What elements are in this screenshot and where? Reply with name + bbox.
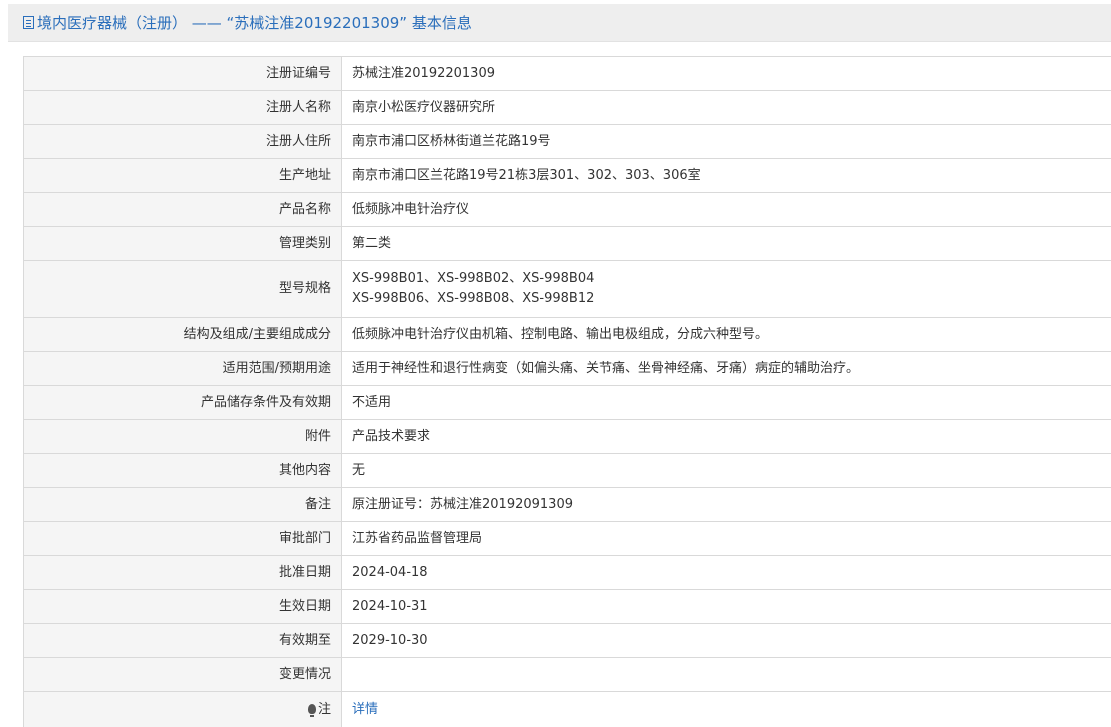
table-row: 批准日期 2024-04-18 — [23, 555, 1111, 590]
lightbulb-icon — [307, 703, 316, 717]
row-label-model-spec: 型号规格 — [23, 260, 342, 318]
row-label-attachment: 附件 — [23, 419, 342, 454]
row-label-note: 注 — [23, 691, 342, 727]
row-value-approval-department: 江苏省药品监督管理局 — [341, 521, 1111, 556]
row-label-management-category: 管理类别 — [23, 226, 342, 261]
table-row: 变更情况 — [23, 657, 1111, 692]
info-table: 注册证编号 苏械注准20192201309 注册人名称 南京小松医疗仪器研究所 … — [23, 56, 1111, 727]
table-row: 产品储存条件及有效期 不适用 — [23, 385, 1111, 420]
title-bar: 境内医疗器械（注册） —— “苏械注准20192201309” 基本信息 — [8, 4, 1111, 42]
row-value-note: 详情 — [341, 691, 1111, 727]
row-value-remarks: 原注册证号：苏械注准20192091309 — [341, 487, 1111, 522]
row-label-other: 其他内容 — [23, 453, 342, 488]
document-icon — [23, 16, 34, 29]
table-row: 管理类别 第二类 — [23, 226, 1111, 261]
details-link[interactable]: 详情 — [352, 702, 378, 717]
row-label-expiry-date: 有效期至 — [23, 623, 342, 658]
row-value-attachment: 产品技术要求 — [341, 419, 1111, 454]
table-row: 其他内容 无 — [23, 453, 1111, 488]
row-value-model-spec: XS-998B01、XS-998B02、XS-998B04 XS-998B06、… — [341, 260, 1111, 318]
table-row: 生效日期 2024-10-31 — [23, 589, 1111, 624]
row-value-approval-date: 2024-04-18 — [341, 555, 1111, 590]
row-value-product-name: 低频脉冲电针治疗仪 — [341, 192, 1111, 227]
page: 境内医疗器械（注册） —— “苏械注准20192201309” 基本信息 注册证… — [0, 0, 1111, 727]
table-row: 产品名称 低频脉冲电针治疗仪 — [23, 192, 1111, 227]
row-value-expiry-date: 2029-10-30 — [341, 623, 1111, 658]
row-label-intended-use: 适用范围/预期用途 — [23, 351, 342, 386]
row-label-registration-number: 注册证编号 — [23, 56, 342, 91]
model-spec-line-1: XS-998B01、XS-998B02、XS-998B04 — [352, 271, 595, 286]
row-value-registration-number: 苏械注准20192201309 — [341, 56, 1111, 91]
row-value-effective-date: 2024-10-31 — [341, 589, 1111, 624]
row-value-storage: 不适用 — [341, 385, 1111, 420]
row-label-changes: 变更情况 — [23, 657, 342, 692]
row-label-registrant-name: 注册人名称 — [23, 90, 342, 125]
row-value-changes — [341, 657, 1111, 692]
table-row: 有效期至 2029-10-30 — [23, 623, 1111, 658]
table-row: 适用范围/预期用途 适用于神经性和退行性病变（如偏头痛、关节痛、坐骨神经痛、牙痛… — [23, 351, 1111, 386]
row-label-effective-date: 生效日期 — [23, 589, 342, 624]
row-value-production-address: 南京市浦口区兰花路19号21栋3层301、302、303、306室 — [341, 158, 1111, 193]
table-row: 附件 产品技术要求 — [23, 419, 1111, 454]
table-row: 结构及组成/主要组成成分 低频脉冲电针治疗仪由机箱、控制电路、输出电极组成，分成… — [23, 317, 1111, 352]
table-row: 注册证编号 苏械注准20192201309 — [23, 56, 1111, 91]
row-value-management-category: 第二类 — [341, 226, 1111, 261]
row-label-approval-department: 审批部门 — [23, 521, 342, 556]
model-spec-line-2: XS-998B06、XS-998B08、XS-998B12 — [352, 291, 595, 306]
table-row: 注册人住所 南京市浦口区桥林街道兰花路19号 — [23, 124, 1111, 159]
row-label-product-name: 产品名称 — [23, 192, 342, 227]
row-label-production-address: 生产地址 — [23, 158, 342, 193]
table-row: 型号规格 XS-998B01、XS-998B02、XS-998B04 XS-99… — [23, 260, 1111, 318]
table-row: 审批部门 江苏省药品监督管理局 — [23, 521, 1111, 556]
row-value-other: 无 — [341, 453, 1111, 488]
table-row: 备注 原注册证号：苏械注准20192091309 — [23, 487, 1111, 522]
row-label-registrant-address: 注册人住所 — [23, 124, 342, 159]
row-label-structure: 结构及组成/主要组成成分 — [23, 317, 342, 352]
row-label-storage: 产品储存条件及有效期 — [23, 385, 342, 420]
table-row: 注 详情 — [23, 691, 1111, 727]
row-label-approval-date: 批准日期 — [23, 555, 342, 590]
table-row: 生产地址 南京市浦口区兰花路19号21栋3层301、302、303、306室 — [23, 158, 1111, 193]
row-value-structure: 低频脉冲电针治疗仪由机箱、控制电路、输出电极组成，分成六种型号。 — [341, 317, 1111, 352]
note-label: 注 — [317, 701, 331, 717]
row-value-registrant-name: 南京小松医疗仪器研究所 — [341, 90, 1111, 125]
row-value-intended-use: 适用于神经性和退行性病变（如偏头痛、关节痛、坐骨神经痛、牙痛）病症的辅助治疗。 — [341, 351, 1111, 386]
row-value-registrant-address: 南京市浦口区桥林街道兰花路19号 — [341, 124, 1111, 159]
row-label-remarks: 备注 — [23, 487, 342, 522]
table-row: 注册人名称 南京小松医疗仪器研究所 — [23, 90, 1111, 125]
page-title: 境内医疗器械（注册） —— “苏械注准20192201309” 基本信息 — [37, 14, 472, 32]
